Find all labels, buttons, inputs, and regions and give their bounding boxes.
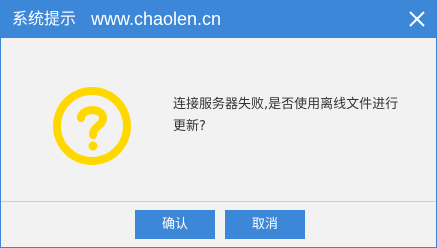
dialog-content: 连接服务器失败,是否使用离线文件进行 更新? — [1, 38, 436, 202]
message-line-2: 更新? — [173, 119, 206, 134]
title-url: www.chaolen.cn — [91, 9, 222, 29]
message-text: 连接服务器失败,是否使用离线文件进行 更新? — [173, 94, 425, 138]
cancel-button[interactable]: 取消 — [225, 210, 305, 239]
dialog-title: 系统提示 — [12, 9, 77, 28]
confirm-button[interactable]: 确认 — [135, 210, 215, 239]
message-line-1: 连接服务器失败,是否使用离线文件进行 — [173, 97, 399, 112]
title-bar: 系统提示 www.chaolen.cn — [1, 0, 436, 38]
close-icon — [409, 11, 425, 27]
dialog-footer: 确认 取消 — [1, 202, 436, 247]
close-button[interactable] — [404, 6, 430, 32]
question-icon — [53, 87, 131, 165]
dialog-window: 系统提示 www.chaolen.cn 连接服务器失败,是否使用离线文件进行 更… — [0, 0, 437, 248]
